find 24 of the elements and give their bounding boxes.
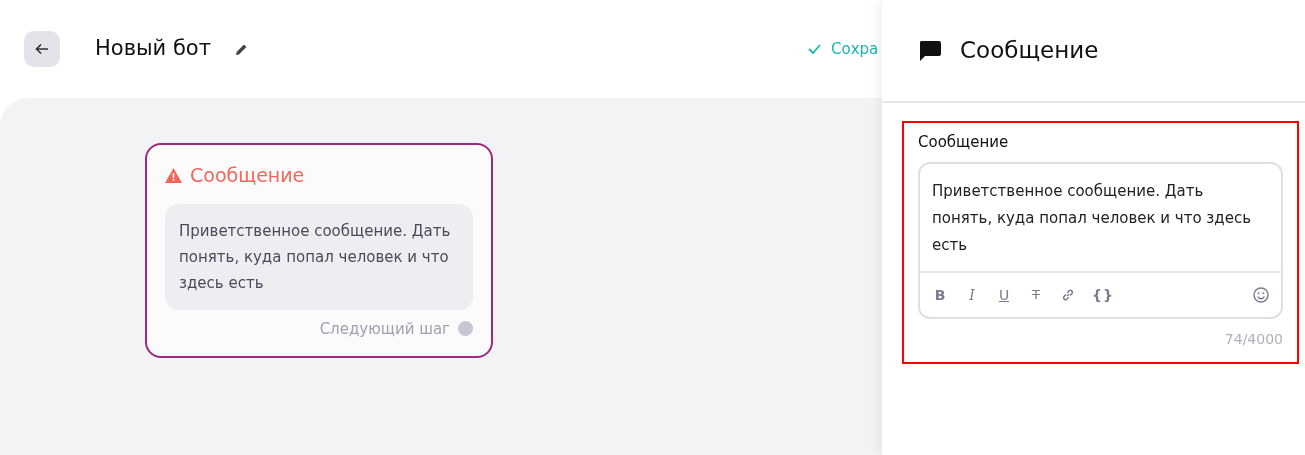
bot-title: Новый бот [95, 35, 211, 63]
warning-icon [165, 168, 182, 184]
underline-button[interactable]: U [996, 287, 1012, 302]
field-label: Сообщение [918, 132, 1010, 153]
check-icon [808, 44, 821, 54]
panel-title: Сообщение [960, 36, 1099, 66]
back-button[interactable] [24, 31, 60, 67]
save-status: Сохра [831, 38, 879, 60]
node-title: Сообщение [190, 163, 305, 188]
link-icon[interactable] [1060, 287, 1076, 302]
back-arrow-icon [35, 43, 49, 55]
strikethrough-button[interactable]: T [1028, 288, 1044, 301]
message-preview: Приветственное сообщение. Дать понять, куда попал человек и что здесь есть [165, 203, 473, 310]
emoji-icon[interactable] [1253, 287, 1269, 303]
connector-dot[interactable] [458, 321, 473, 337]
message-editor[interactable]: Приветственное сообщение. Дать понять, куда попал человек и что здесь есть B I U T {} [918, 161, 1283, 319]
variable-button[interactable]: {} [1092, 287, 1114, 302]
character-counter: 74/4000 [1224, 330, 1283, 347]
bold-button[interactable]: B [932, 287, 948, 302]
chat-bubble-icon [918, 39, 942, 62]
italic-button[interactable]: I [964, 287, 980, 302]
message-node[interactable]: Сообщение Приветственное сообщение. Дать понять, куда попал человек и что здесь есть Следующий шаг [145, 143, 493, 358]
next-step-label: Следующий шаг [319, 318, 450, 340]
pencil-icon[interactable] [234, 42, 248, 56]
